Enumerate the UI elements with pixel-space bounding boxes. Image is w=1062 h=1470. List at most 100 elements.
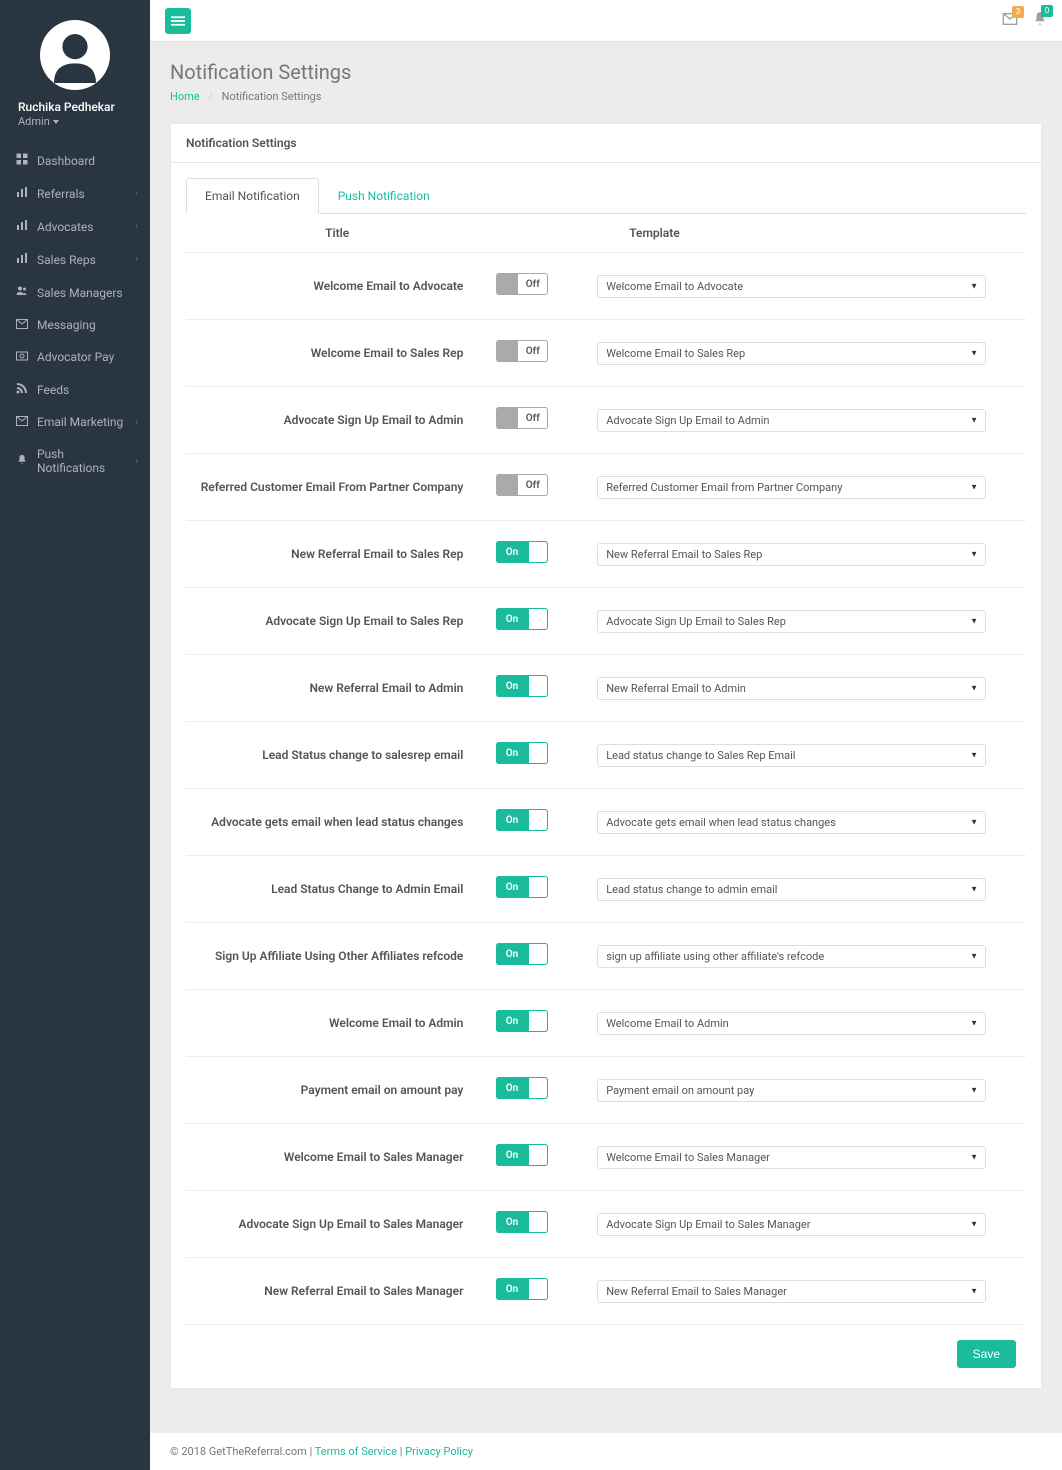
table-row: Lead Status Change to Admin EmailOnLead …	[186, 856, 1026, 923]
toggle-switch[interactable]: On	[496, 541, 548, 563]
toggle-switch[interactable]: Off	[496, 474, 548, 496]
template-select-wrap: sign up affiliate using other affiliate'…	[597, 945, 986, 968]
sidebar-item-push-notifications[interactable]: Push Notifications›	[0, 438, 150, 484]
sidebar-item-dashboard[interactable]: Dashboard	[0, 144, 150, 177]
row-toggle-cell: On	[488, 521, 589, 588]
toggle-handle	[496, 340, 517, 362]
sidebar-item-label: Dashboard	[37, 154, 95, 168]
toggle-switch[interactable]: On	[496, 1211, 548, 1233]
row-template-cell: New Referral Email to Sales Manager▼	[589, 1258, 1026, 1325]
row-title: Welcome Email to Sales Rep	[186, 320, 488, 387]
template-select[interactable]: New Referral Email to Admin	[597, 677, 986, 700]
row-toggle-cell: Off	[488, 454, 589, 521]
footer-privacy-link[interactable]: Privacy Policy	[405, 1445, 473, 1458]
breadcrumb-home[interactable]: Home	[170, 90, 200, 103]
toggle-label: On	[496, 1144, 527, 1166]
sidebar-item-referrals[interactable]: Referrals›	[0, 177, 150, 210]
row-template-cell: Advocate gets email when lead status cha…	[589, 789, 1026, 856]
template-select[interactable]: Welcome Email to Sales Manager	[597, 1146, 986, 1169]
mail-button[interactable]: 3	[1002, 12, 1018, 30]
template-select[interactable]: Advocate Sign Up Email to Sales Rep	[597, 610, 986, 633]
toggle-label: Off	[517, 407, 548, 429]
user-role-dropdown[interactable]: Admin	[18, 115, 59, 128]
row-template-cell: Advocate Sign Up Email to Admin▼	[589, 387, 1026, 454]
toggle-switch[interactable]: On	[496, 742, 548, 764]
sidebar-item-label: Email Marketing	[37, 415, 123, 429]
template-select[interactable]: Welcome Email to Sales Rep	[597, 342, 986, 365]
row-template-cell: Welcome Email to Sales Rep▼	[589, 320, 1026, 387]
sidebar-item-messaging[interactable]: Messaging	[0, 309, 150, 341]
template-select-wrap: Welcome Email to Advocate▼	[597, 275, 986, 298]
row-template-cell: Payment email on amount pay▼	[589, 1057, 1026, 1124]
row-template-cell: Lead status change to Sales Rep Email▼	[589, 722, 1026, 789]
template-select[interactable]: Advocate Sign Up Email to Admin	[597, 409, 986, 432]
avatar[interactable]	[40, 20, 110, 90]
template-select[interactable]: Welcome Email to Advocate	[597, 275, 986, 298]
table-row: Advocate gets email when lead status cha…	[186, 789, 1026, 856]
chart-icon	[15, 252, 29, 267]
row-toggle-cell: On	[488, 1124, 589, 1191]
sidebar-item-sales-reps[interactable]: Sales Reps›	[0, 243, 150, 276]
row-toggle-cell: Off	[488, 320, 589, 387]
template-select[interactable]: Welcome Email to Admin	[597, 1012, 986, 1035]
table-row: Welcome Email to Sales Rep Off Welcome Ema…	[186, 320, 1026, 387]
row-template-cell: Welcome Email to Sales Manager▼	[589, 1124, 1026, 1191]
template-select[interactable]: sign up affiliate using other affiliate'…	[597, 945, 986, 968]
template-select[interactable]: New Referral Email to Sales Manager	[597, 1280, 986, 1303]
toggle-switch[interactable]: Off	[496, 340, 548, 362]
toggle-switch[interactable]: On	[496, 675, 548, 697]
toggle-switch[interactable]: On	[496, 876, 548, 898]
chevron-right-icon: ›	[135, 254, 138, 265]
bell-button[interactable]: 0	[1033, 11, 1047, 31]
user-role-label: Admin	[18, 115, 50, 128]
tab-push-notification[interactable]: Push Notification	[319, 178, 449, 214]
template-select[interactable]: Advocate gets email when lead status cha…	[597, 811, 986, 834]
template-select[interactable]: Lead status change to admin email	[597, 878, 986, 901]
panel-body: Email Notification Push Notification Tit…	[171, 163, 1041, 1388]
bell-badge: 0	[1041, 5, 1053, 17]
template-select[interactable]: Referred Customer Email from Partner Com…	[597, 476, 986, 499]
row-template-cell: sign up affiliate using other affiliate'…	[589, 923, 1026, 990]
tab-email-notification[interactable]: Email Notification	[186, 178, 319, 214]
header-template: Template	[589, 214, 1026, 253]
menu-toggle-button[interactable]	[165, 8, 191, 34]
sidebar-item-feeds[interactable]: Feeds	[0, 373, 150, 406]
toggle-handle	[528, 1077, 549, 1099]
toggle-switch[interactable]: On	[496, 1144, 548, 1166]
template-select[interactable]: New Referral Email to Sales Rep	[597, 543, 986, 566]
toggle-label: On	[496, 1278, 527, 1300]
panel-heading: Notification Settings	[171, 124, 1041, 163]
sidebar-item-email-marketing[interactable]: Email Marketing›	[0, 406, 150, 438]
toggle-switch[interactable]: On	[496, 809, 548, 831]
toggle-switch[interactable]: Off	[496, 273, 548, 295]
row-title: Advocate gets email when lead status cha…	[186, 789, 488, 856]
toggle-label: Off	[517, 474, 548, 496]
toggle-switch[interactable]: On	[496, 943, 548, 965]
table-row: Advocate Sign Up Email to Sales RepOnAdv…	[186, 588, 1026, 655]
header-toggle	[488, 214, 589, 253]
sidebar-item-advocates[interactable]: Advocates›	[0, 210, 150, 243]
mail-icon	[15, 318, 29, 332]
template-select[interactable]: Lead status change to Sales Rep Email	[597, 744, 986, 767]
footer-terms-link[interactable]: Terms of Service	[315, 1445, 397, 1458]
template-select[interactable]: Payment email on amount pay	[597, 1079, 986, 1102]
toggle-handle	[528, 742, 549, 764]
toggle-switch[interactable]: On	[496, 1077, 548, 1099]
toggle-handle	[528, 809, 549, 831]
toggle-switch[interactable]: On	[496, 1278, 548, 1300]
template-select-wrap: Lead status change to Sales Rep Email▼	[597, 744, 986, 767]
breadcrumb-separator: /	[208, 90, 213, 103]
toggle-switch[interactable]: On	[496, 1010, 548, 1032]
toggle-label: On	[496, 1077, 527, 1099]
toggle-switch[interactable]: Off	[496, 407, 548, 429]
row-title: New Referral Email to Sales Manager	[186, 1258, 488, 1325]
breadcrumb: Home / Notification Settings	[170, 90, 1042, 103]
toggle-handle	[528, 1211, 549, 1233]
save-button[interactable]: Save	[957, 1340, 1016, 1368]
hamburger-icon	[171, 14, 185, 28]
sidebar-item-advocator-pay[interactable]: Advocator Pay	[0, 341, 150, 373]
sidebar-item-sales-managers[interactable]: Sales Managers	[0, 276, 150, 309]
toggle-switch[interactable]: On	[496, 608, 548, 630]
row-title: Advocate Sign Up Email to Admin	[186, 387, 488, 454]
template-select[interactable]: Advocate Sign Up Email to Sales Manager	[597, 1213, 986, 1236]
